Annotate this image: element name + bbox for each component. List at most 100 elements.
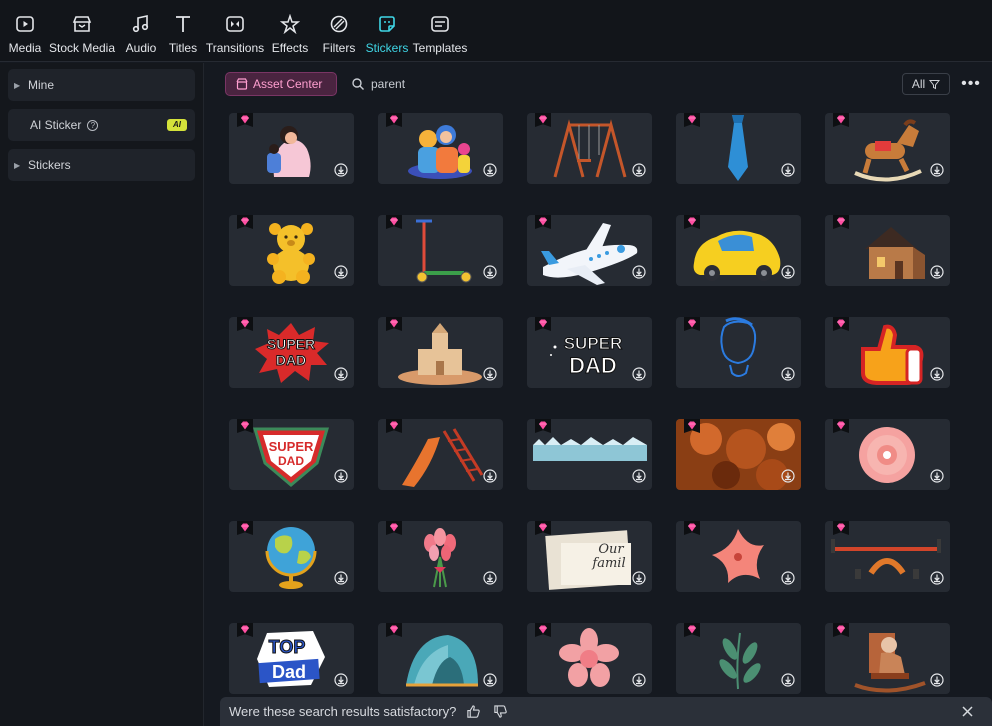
close-icon[interactable] (961, 705, 974, 718)
sticker-card-airplane[interactable] (527, 215, 652, 286)
sticker-card-super-dad-shield[interactable]: SUPER DAD (229, 419, 354, 490)
search-input[interactable] (371, 77, 671, 91)
tab-stock-media[interactable]: Stock Media (44, 0, 120, 62)
download-icon[interactable] (930, 265, 944, 279)
sidebar-item-ai-sticker[interactable]: AI Sticker ? AI (8, 109, 195, 141)
sticker-card-teddy-bear[interactable] (229, 215, 354, 286)
sidebar-item-label: AI Sticker (30, 118, 82, 132)
tab-label: Stock Media (48, 41, 116, 55)
download-icon[interactable] (334, 673, 348, 687)
download-icon[interactable] (930, 469, 944, 483)
download-icon[interactable] (781, 367, 795, 381)
download-icon[interactable] (334, 367, 348, 381)
download-icon[interactable] (632, 265, 646, 279)
download-icon[interactable] (483, 571, 497, 585)
download-icon[interactable] (483, 673, 497, 687)
sticker-card-grandma-rocking-chair[interactable] (825, 623, 950, 694)
download-icon[interactable] (781, 571, 795, 585)
store-icon (236, 78, 248, 90)
download-icon[interactable] (483, 265, 497, 279)
tab-label: Stickers (365, 41, 409, 55)
download-icon[interactable] (483, 469, 497, 483)
sticker-card-tulip-bouquet[interactable] (378, 521, 503, 592)
download-icon[interactable] (781, 265, 795, 279)
sticker-card-ice-strip[interactable] (527, 419, 652, 490)
sidebar-item-label: Stickers (28, 158, 71, 172)
tab-effects[interactable]: Effects (266, 0, 314, 62)
download-icon[interactable] (334, 571, 348, 585)
more-options-icon[interactable]: ••• (961, 75, 980, 93)
sticker-card-rocking-horse[interactable] (825, 113, 950, 184)
sticker-card-playground-slide[interactable] (378, 419, 503, 490)
sticker-card-mother-child[interactable] (229, 113, 354, 184)
download-icon[interactable] (781, 673, 795, 687)
sticker-card-top-dad[interactable]: TOP Dad (229, 623, 354, 694)
sticker-card-kick-scooter[interactable] (378, 215, 503, 286)
sticker-card-toy-car[interactable] (676, 215, 801, 286)
tab-label: Filters (322, 41, 356, 55)
svg-text:SUPER: SUPER (269, 439, 314, 454)
sticker-card-pink-lily[interactable] (676, 521, 801, 592)
download-icon[interactable] (930, 367, 944, 381)
tab-label: Titles (168, 41, 198, 55)
top-toolbar: Media Stock Media Audio Titles Transitions Ef… (0, 0, 992, 62)
transitions-icon (224, 13, 246, 35)
download-icon[interactable] (483, 367, 497, 381)
download-icon[interactable] (930, 673, 944, 687)
thumbs-down-icon[interactable] (493, 704, 508, 719)
tab-label: Transitions (205, 41, 265, 55)
filter-button[interactable]: All (902, 73, 950, 95)
sticker-card-super-dad-burst[interactable]: SUPER DAD (229, 317, 354, 388)
download-icon[interactable] (334, 265, 348, 279)
sidebar-item-mine[interactable]: ▶ Mine (8, 69, 195, 101)
download-icon[interactable] (781, 163, 795, 177)
sticker-card-globe[interactable] (229, 521, 354, 592)
svg-text:famil: famil (591, 556, 625, 571)
sticker-card-play-tent[interactable] (378, 623, 503, 694)
tab-titles[interactable]: Titles (162, 0, 204, 62)
filter-label: All (911, 77, 926, 91)
sticker-card-pink-daisy[interactable] (527, 623, 652, 694)
titles-icon (172, 13, 194, 35)
download-icon[interactable] (483, 163, 497, 177)
thumbs-up-icon[interactable] (466, 704, 481, 719)
download-icon[interactable] (632, 163, 646, 177)
download-icon[interactable] (334, 469, 348, 483)
download-icon[interactable] (632, 367, 646, 381)
stock-media-icon (71, 13, 93, 35)
sticker-card-family[interactable] (378, 113, 503, 184)
sticker-card-man-outline[interactable] (676, 317, 801, 388)
sticker-card-pink-flower[interactable] (825, 419, 950, 490)
asset-center-label: Asset Center (253, 77, 323, 91)
asset-center-button[interactable]: Asset Center (225, 72, 337, 96)
svg-text:DAD: DAD (278, 454, 304, 468)
sticker-card-fire-rocks[interactable] (676, 419, 801, 490)
svg-text:Our: Our (598, 542, 624, 557)
tab-media[interactable]: Media (6, 0, 44, 62)
sticker-card-house[interactable] (825, 215, 950, 286)
tab-transitions[interactable]: Transitions (204, 0, 266, 62)
sticker-card-super-dad-text[interactable]: SUPER DAD (527, 317, 652, 388)
sticker-card-seesaw[interactable] (825, 521, 950, 592)
sticker-card-thumbs-up[interactable] (825, 317, 950, 388)
sticker-card-our-family-card[interactable]: Our famil (527, 521, 652, 592)
sidebar-item-label: Mine (28, 78, 55, 92)
download-icon[interactable] (930, 571, 944, 585)
download-icon[interactable] (930, 163, 944, 177)
tab-audio[interactable]: Audio (120, 0, 162, 62)
download-icon[interactable] (632, 673, 646, 687)
sidebar-item-stickers[interactable]: ▶ Stickers (8, 149, 195, 181)
sticker-card-green-leaves[interactable] (676, 623, 801, 694)
templates-icon (429, 13, 451, 35)
tab-templates[interactable]: Templates (410, 0, 470, 62)
download-icon[interactable] (632, 571, 646, 585)
download-icon[interactable] (334, 163, 348, 177)
tab-filters[interactable]: Filters (314, 0, 364, 62)
download-icon[interactable] (632, 469, 646, 483)
download-icon[interactable] (781, 469, 795, 483)
help-icon[interactable]: ? (87, 119, 99, 131)
sticker-card-necktie[interactable] (676, 113, 801, 184)
sticker-card-sand-castle[interactable] (378, 317, 503, 388)
sticker-card-swing-set[interactable] (527, 113, 652, 184)
tab-stickers[interactable]: Stickers (364, 0, 410, 62)
